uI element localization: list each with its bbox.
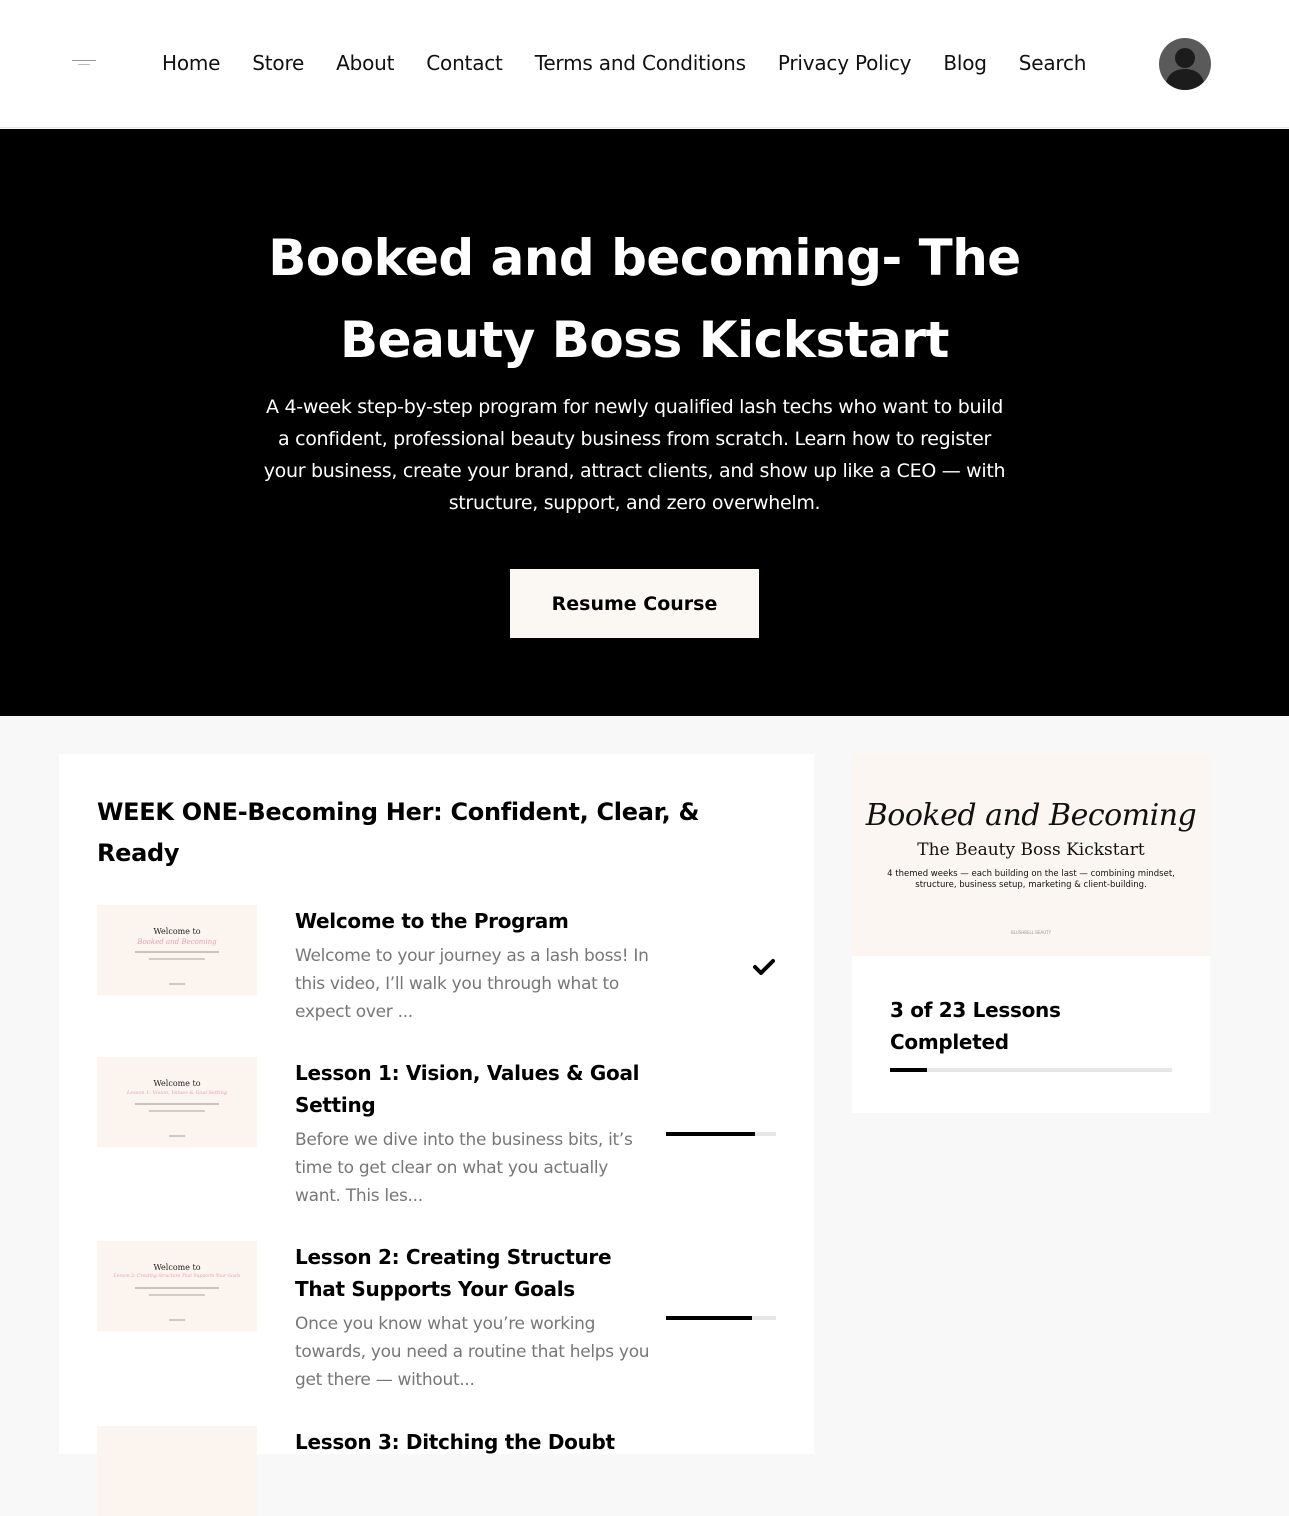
lessons-completed-text: 3 of 23 Lessons Completed (890, 998, 1061, 1054)
thumbnail-script: Lesson 2: Creating Structure That Suppor… (113, 1274, 241, 1279)
nav-link-terms[interactable]: Terms and Conditions (519, 44, 762, 82)
lesson-title[interactable]: Lesson 2: Creating Structure That Suppor… (295, 1241, 647, 1305)
course-hero: Booked and becoming- The Beauty Boss Kic… (0, 129, 1289, 716)
cover-title: Booked and Becoming (865, 798, 1197, 833)
avatar[interactable] (1159, 38, 1211, 90)
nav-link-search[interactable]: Search (1003, 44, 1103, 82)
lesson-title[interactable]: Lesson 1: Vision, Values & Goal Setting (295, 1057, 647, 1121)
checkmark-icon (753, 959, 775, 975)
nav-link-privacy[interactable]: Privacy Policy (762, 44, 928, 82)
lesson-description: Welcome to your journey as a lash boss! … (295, 946, 649, 1022)
lesson-thumbnail[interactable]: Welcome to Booked and Becoming (97, 905, 257, 995)
course-progress-fill (890, 1068, 927, 1072)
course-description: A 4-week step-by-step program for newly … (263, 396, 1006, 514)
nav-link-home[interactable]: Home (146, 44, 236, 82)
site-logo[interactable] (72, 58, 96, 68)
course-progress-card: Booked and Becoming The Beauty Boss Kick… (852, 754, 1210, 1113)
lesson-progress-fill (666, 1132, 756, 1136)
week-title: WEEK ONE-Becoming Her: Confident, Clear,… (97, 798, 700, 867)
thumbnail-heading: Welcome to (153, 927, 201, 936)
course-progress-bar (890, 1068, 1172, 1072)
lesson-progress-bar (666, 1132, 776, 1136)
nav-link-contact[interactable]: Contact (410, 44, 518, 82)
user-silhouette-icon (1165, 48, 1205, 90)
lesson-description: Before we dive into the business bits, i… (295, 1130, 633, 1206)
lesson-thumbnail[interactable]: Welcome to Lesson 1: Vision, Values & Go… (97, 1057, 257, 1147)
thumbnail-script: Booked and Becoming (137, 938, 217, 946)
lesson-title[interactable]: Welcome to the Program (295, 905, 647, 937)
cover-subtitle: The Beauty Boss Kickstart (917, 840, 1145, 860)
lesson-list-card: WEEK ONE-Becoming Her: Confident, Clear,… (59, 754, 814, 1516)
nav-link-about[interactable]: About (320, 44, 410, 82)
thumbnail-script: Lesson 1: Vision, Values & Goal Setting (126, 1090, 228, 1096)
course-cover-image: Booked and Becoming The Beauty Boss Kick… (852, 754, 1210, 956)
cover-note: 4 themed weeks — each building on the la… (887, 869, 1175, 890)
lesson-thumbnail[interactable]: Welcome to Lesson 2: Creating Structure … (97, 1241, 257, 1331)
cover-brand: BLUSHBELL BEAUTY (1010, 930, 1052, 935)
lesson-title[interactable]: Lesson 3: Ditching the Doubt (295, 1426, 647, 1458)
resume-course-button[interactable]: Resume Course (510, 569, 759, 638)
thumbnail-heading: Welcome to (153, 1263, 201, 1272)
nav-link-blog[interactable]: Blog (927, 44, 1002, 82)
nav-link-store[interactable]: Store (236, 44, 320, 82)
thumbnail-heading: Welcome to (153, 1079, 201, 1088)
lesson-progress-fill (666, 1316, 752, 1320)
lesson-progress-bar (666, 1316, 776, 1320)
lesson-description: Once you know what you’re working toward… (295, 1314, 650, 1390)
nav-links: Home Store About Contact Terms and Condi… (146, 44, 1102, 82)
top-navigation: Home Store About Contact Terms and Condi… (0, 0, 1289, 128)
course-title: Booked and becoming- The Beauty Boss Kic… (268, 229, 1021, 369)
